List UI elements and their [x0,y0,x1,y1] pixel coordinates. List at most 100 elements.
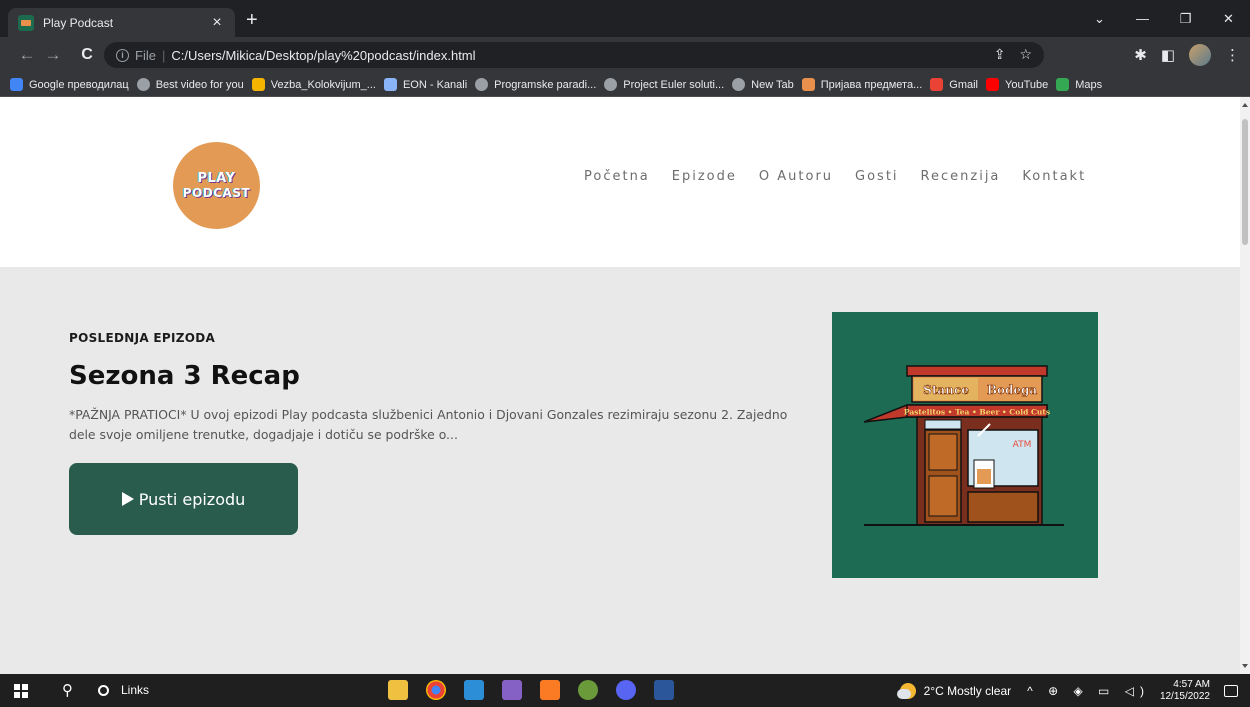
bookmark-label: Google преводилац [29,78,129,91]
windows-start-icon[interactable] [14,684,28,698]
cortana-ring-icon [98,684,109,696]
bookmark-item[interactable]: Programske paradi... [475,78,596,91]
notifications-icon[interactable] [1224,684,1238,697]
minimize-icon[interactable]: — [1121,0,1164,37]
forward-arrow-icon[interactable]: → [40,45,66,65]
nav-link[interactable]: Epizode [672,169,737,184]
bookmark-favicon-icon [732,78,746,91]
bookmarks-bar: Google преводилац Best video for you Vezba… [0,73,1250,97]
word-icon[interactable] [654,680,674,700]
bookmark-label: Gmail [949,78,978,91]
links-label: Links [121,683,150,697]
bookmark-label: Best video for you [155,78,244,91]
share-icon[interactable]: ⇪ [994,46,1006,63]
play-icon [121,492,134,506]
episode-cover-image: Stance Bodega Pastelitos • Tea • Beer • … [832,312,1098,578]
nav-link[interactable]: Kontakt [1022,169,1086,184]
omnibox-separator: | [161,47,166,63]
bookmark-favicon-icon [1056,78,1070,91]
site-favicon-icon [18,14,34,31]
bookmark-item[interactable]: YouTube [986,78,1048,91]
bookmark-label: New Tab [751,78,794,91]
bookmark-item[interactable]: New Tab [732,78,794,91]
nav-link[interactable]: Početna [584,169,650,184]
play-episode-button[interactable]: Pusti epizodu [69,463,298,535]
latest-episode-section: POSLEDNJA EPIZODA Sezona 3 Recap *PAŽNJA… [0,267,1240,674]
back-arrow-icon[interactable]: ← [14,45,40,65]
cover-sign-left: Stance [923,383,969,397]
tab-search-chevron-icon[interactable]: ⌄ [1078,0,1121,37]
taskbar-search-icon[interactable]: ⚲ [62,681,73,699]
menu-kebab-icon[interactable]: ⋮ [1225,46,1240,64]
nav-link[interactable]: O Autoru [759,169,833,184]
episode-title: Sezona 3 Recap [69,361,300,391]
xampp-icon[interactable] [540,680,560,700]
file-explorer-icon[interactable] [388,680,408,700]
profile-avatar[interactable] [1189,44,1211,66]
windows-taskbar: ⚲ Links 2°C Mostly clear ^ ⊕ ◈ ▭ ◁) 4:57… [0,674,1250,707]
clock-date: 12/15/2022 [1159,690,1210,702]
scroll-up-arrow-icon[interactable] [1242,103,1248,107]
bookmark-favicon-icon [251,78,265,91]
logo-line-2: PODCAST [182,185,251,200]
discord-icon[interactable] [616,680,636,700]
vscode-icon[interactable] [464,680,484,700]
bookmark-label: Vezba_Kolokvijum_... [270,78,376,91]
cover-window-text: ATM [1013,440,1032,450]
visual-studio-icon[interactable] [502,680,522,700]
bookmark-star-icon[interactable]: ☆ [1019,46,1032,63]
tab-close-icon[interactable]: × [209,14,225,31]
close-window-icon[interactable]: ✕ [1207,0,1250,37]
new-tab-icon[interactable]: + [246,9,258,31]
tray-icons[interactable]: ^ ⊕ ◈ ▭ ◁) [1027,684,1150,698]
scrollbar-thumb[interactable] [1242,119,1248,245]
nav-link[interactable]: Recenzija [921,169,1001,184]
bookmark-item[interactable]: Best video for you [136,78,244,91]
bookmark-label: Project Euler soluti... [623,78,725,91]
play-button-label: Pusti epizodu [138,489,246,509]
taskbar-links[interactable]: Links [98,683,149,697]
page-viewport: PLAY PODCAST Početna Epizode O Autoru Gosti… [0,97,1240,674]
bookmark-item[interactable]: EON - Kanali [383,78,467,91]
browser-tab-active[interactable]: Play Podcast × [8,8,235,37]
system-tray: 2°C Mostly clear ^ ⊕ ◈ ▭ ◁) 4:57 AM 12/1… [896,674,1238,707]
nav-link[interactable]: Gosti [855,169,899,184]
app-icon[interactable] [578,680,598,700]
bodega-illustration: Stance Bodega Pastelitos • Tea • Beer • … [863,365,1064,526]
taskbar-apps [388,680,674,700]
weather-icon [896,682,916,699]
bookmark-favicon-icon [801,78,815,91]
bookmark-favicon-icon [475,78,489,91]
bookmark-label: Maps [1075,78,1103,91]
url-text[interactable]: C:/Users/Mikica/Desktop/play%20podcast/i… [171,48,475,63]
bookmark-favicon-icon [930,78,944,91]
chrome-icon[interactable] [426,680,446,700]
bookmark-item[interactable]: Gmail [930,78,978,91]
bookmark-item[interactable]: Пријава предмета... [801,78,922,91]
cover-awning-text: Pastelitos • Tea • Beer • Cold Cuts [904,408,1050,417]
site-header: PLAY PODCAST Početna Epizode O Autoru Gosti… [0,97,1240,267]
bookmark-item[interactable]: Project Euler soluti... [604,78,724,91]
site-info-icon[interactable]: i [116,48,129,62]
bookmark-item[interactable]: Google преводилац [10,78,129,91]
section-kicker: POSLEDNJA EPIZODA [69,331,216,345]
weather-text[interactable]: 2°C Mostly clear [924,684,1012,698]
address-bar[interactable]: i File | C:/Users/Mikica/Desktop/play%20… [104,42,1044,68]
cover-sign-right: Bodega [987,383,1038,397]
toolbar-actions: ✱ ◧ ⋮ [1134,44,1240,66]
scroll-down-arrow-icon[interactable] [1242,664,1248,668]
bookmark-favicon-icon [10,78,23,91]
reload-icon[interactable]: C [74,46,100,64]
clock[interactable]: 4:57 AM 12/15/2022 [1160,679,1210,703]
bookmark-item[interactable]: Vezba_Kolokvijum_... [251,78,376,91]
window-controls: ⌄ — ❐ ✕ [1078,0,1250,37]
page-scrollbar[interactable] [1240,97,1250,674]
bookmark-label: YouTube [1005,78,1049,91]
restore-icon[interactable]: ❐ [1164,0,1207,37]
podcast-logo[interactable]: PLAY PODCAST [173,142,260,229]
bookmark-favicon-icon [604,78,618,91]
side-panel-icon[interactable]: ◧ [1161,46,1175,64]
episode-description: *PAŽNJA PRATIOCI* U ovoj epizodi Play po… [69,407,788,442]
extensions-puzzle-icon[interactable]: ✱ [1134,46,1147,64]
bookmark-item[interactable]: Maps [1056,78,1102,91]
